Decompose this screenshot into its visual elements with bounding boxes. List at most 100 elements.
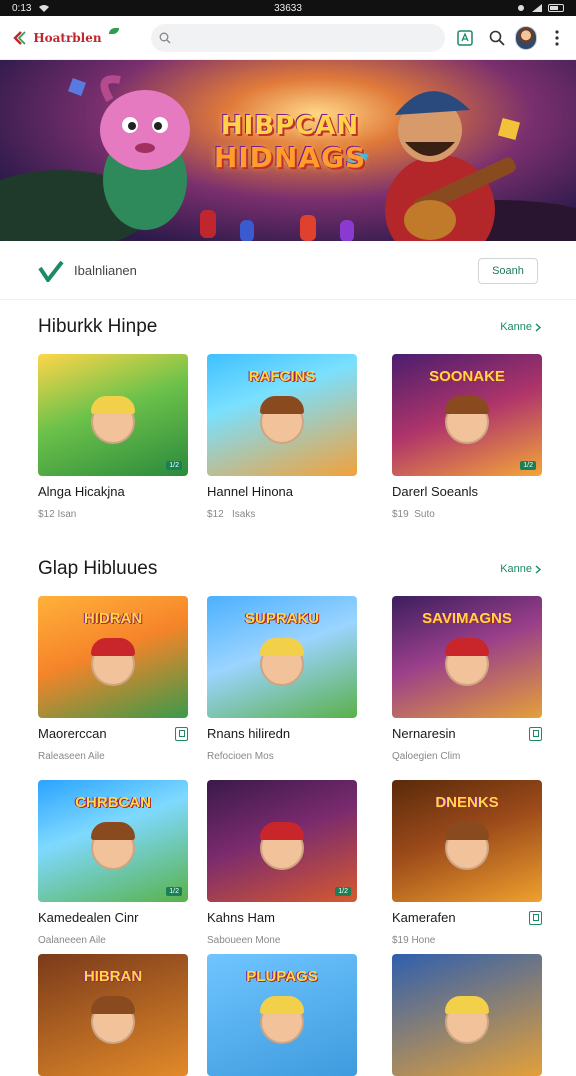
character-art bbox=[445, 996, 489, 1044]
section-1-header: Hiburkk Hinpe Kanne bbox=[38, 316, 542, 338]
character-art bbox=[91, 996, 135, 1044]
rating-badge: 1/2 bbox=[166, 461, 182, 470]
game-card[interactable]: SAVIMAGNS Nernaresin Qaloegien Clim bbox=[392, 596, 542, 762]
game-card[interactable]: HIBRAN bbox=[38, 954, 188, 1076]
thumbnail-title: PLUPAGS bbox=[246, 968, 318, 985]
game-meta: $19 Suto bbox=[392, 509, 435, 520]
wifi-icon bbox=[39, 5, 50, 12]
status-center-text: 33633 bbox=[274, 2, 302, 14]
game-title: Kamedealen Cinr bbox=[38, 910, 139, 925]
game-title: Hannel Hinona bbox=[207, 484, 294, 499]
rating-badge: 1/2 bbox=[520, 461, 536, 470]
back-button[interactable] bbox=[8, 26, 29, 50]
game-card[interactable]: DNENKS Kamerafen $19 Hone bbox=[392, 780, 542, 946]
game-thumbnail bbox=[392, 954, 542, 1076]
location-icon bbox=[518, 5, 524, 11]
game-thumbnail: 1/2 bbox=[38, 354, 188, 476]
thumbnail-title: CHRBCAN bbox=[75, 794, 151, 811]
character-art bbox=[445, 822, 489, 870]
card-title-row: Kamedealen Cinr bbox=[38, 910, 188, 925]
rating-badge: 1/2 bbox=[166, 887, 182, 896]
back-icon bbox=[12, 30, 26, 45]
game-title: Rnans hiliredn bbox=[207, 726, 291, 741]
save-icon[interactable] bbox=[175, 726, 188, 741]
character-art bbox=[260, 822, 304, 870]
game-card[interactable]: SOONAKE 1/2 Darerl Soeanls $19 Suto bbox=[392, 354, 542, 520]
more-button[interactable] bbox=[547, 26, 568, 50]
thumbnail-title: SOONAKE bbox=[429, 368, 505, 385]
hero-title-line2: HIDNAGS bbox=[213, 140, 367, 174]
character-art bbox=[91, 638, 135, 686]
checkmark-icon bbox=[38, 260, 64, 282]
game-meta: $19 Hone bbox=[392, 935, 436, 946]
chevron-right-icon bbox=[535, 322, 542, 332]
game-card[interactable]: HIDRAN Maorerccan Raleaseen Aile bbox=[38, 596, 188, 762]
character-art bbox=[445, 396, 489, 444]
tag-icon bbox=[457, 29, 473, 46]
search-input[interactable] bbox=[176, 30, 437, 45]
search-button[interactable] bbox=[486, 26, 507, 50]
section-title: Glap Hibluues bbox=[38, 558, 158, 579]
search-icon bbox=[159, 32, 171, 43]
see-more-link[interactable]: Kanne bbox=[500, 321, 542, 333]
game-thumbnail: SAVIMAGNS bbox=[392, 596, 542, 718]
character-art bbox=[91, 396, 135, 444]
app-logo[interactable]: Hoatrblen bbox=[33, 27, 119, 45]
app-bar: Hoatrblen bbox=[0, 16, 576, 60]
thumbnail-title: DNENKS bbox=[435, 794, 499, 811]
chevron-right-icon bbox=[535, 564, 542, 574]
logo-text: Hoatrblen bbox=[33, 30, 102, 45]
game-card[interactable]: SUPRAKU Rnans hiliredn Refocioen Mos bbox=[207, 596, 357, 762]
character-art bbox=[260, 996, 304, 1044]
status-bar: 0:13 33633 bbox=[0, 0, 576, 16]
leaf-icon bbox=[108, 27, 119, 34]
card-title-row: Kamerafen bbox=[392, 910, 542, 925]
game-meta: Refocioen Mos bbox=[207, 751, 274, 762]
game-thumbnail: RAFCINS bbox=[207, 354, 357, 476]
hero-title-line1: HIBPCAN bbox=[220, 111, 360, 141]
character-art bbox=[260, 396, 304, 444]
game-card[interactable]: PLUPAGS bbox=[207, 954, 357, 1076]
game-thumbnail: SUPRAKU bbox=[207, 596, 357, 718]
game-card[interactable]: 1/2 Kahns Ham Saboueen Mone bbox=[207, 780, 357, 946]
game-card[interactable]: RAFCINS Hannel Hinona $12 Isaks bbox=[207, 354, 357, 520]
avatar[interactable] bbox=[515, 25, 537, 50]
game-meta: Saboueen Mone bbox=[207, 935, 281, 946]
game-card[interactable]: 1/2 Alnga Hicakjna $12 Isan bbox=[38, 354, 188, 520]
hero-title: HIBPCAN HIDNAGS bbox=[210, 111, 370, 174]
save-icon[interactable] bbox=[529, 726, 542, 741]
game-card[interactable] bbox=[392, 954, 542, 1076]
card-title-row: Maorerccan bbox=[38, 726, 188, 741]
game-title: Nernaresin bbox=[392, 726, 456, 741]
game-thumbnail: CHRBCAN 1/2 bbox=[38, 780, 188, 902]
card-title-row: Rnans hiliredn bbox=[207, 726, 357, 741]
card-title-row: Kahns Ham bbox=[207, 910, 357, 925]
thumbnail-title: HIDRAN bbox=[83, 610, 143, 627]
thumbnail-title: RAFCINS bbox=[248, 368, 316, 385]
see-more-link[interactable]: Kanne bbox=[500, 563, 542, 575]
game-title: Alnga Hicakjna bbox=[38, 484, 125, 499]
see-more-label: Kanne bbox=[500, 321, 532, 333]
tag-button[interactable] bbox=[455, 26, 476, 50]
section-2-header: Glap Hibluues Kanne bbox=[38, 558, 542, 580]
save-icon[interactable] bbox=[529, 910, 542, 925]
thumbnail-title: HIBRAN bbox=[83, 968, 143, 985]
search-bar[interactable] bbox=[150, 23, 445, 52]
featured-label: Ibalnlianen bbox=[74, 263, 137, 278]
battery-icon bbox=[548, 4, 564, 12]
game-meta: $12 Isan bbox=[38, 509, 77, 520]
rating-badge: 1/2 bbox=[335, 887, 351, 896]
game-meta: Oalaneeen Aile bbox=[38, 935, 106, 946]
section-title: Hiburkk Hinpe bbox=[38, 316, 158, 337]
game-meta: Qaloegien Clim bbox=[392, 751, 461, 762]
game-card[interactable]: CHRBCAN 1/2 Kamedealen Cinr Oalaneeen Ai… bbox=[38, 780, 188, 946]
featured-row: Ibalnlianen Soanh bbox=[0, 242, 576, 300]
signal-icon bbox=[532, 4, 542, 12]
game-title: Kamerafen bbox=[392, 910, 456, 925]
game-meta: $12 Isaks bbox=[207, 509, 256, 520]
featured-action-button[interactable]: Soanh bbox=[478, 257, 538, 284]
hero-banner[interactable]: HIBPCAN HIDNAGS bbox=[0, 60, 576, 241]
card-title-row: Nernaresin bbox=[392, 726, 542, 741]
character-art bbox=[445, 638, 489, 686]
game-thumbnail: DNENKS bbox=[392, 780, 542, 902]
